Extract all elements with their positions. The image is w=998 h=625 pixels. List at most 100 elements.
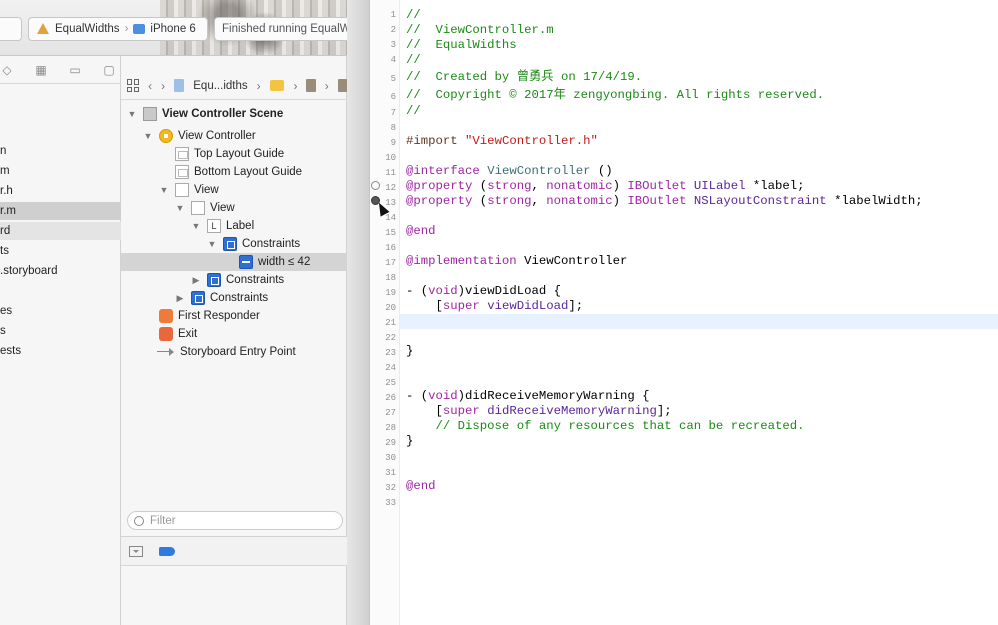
disclosure-triangle-icon[interactable]: ▼ xyxy=(127,109,137,119)
line-number: 19 xyxy=(385,288,396,298)
nav-item[interactable]: m xyxy=(0,162,121,180)
line-number: 15 xyxy=(385,228,396,238)
outline-row-constraints[interactable]: ▶ Constraints xyxy=(121,289,347,307)
jumpbar-separator: › xyxy=(256,78,261,93)
line-number: 31 xyxy=(385,468,396,478)
code-text: )viewDidLoad { xyxy=(457,284,561,298)
code-line: - (void)didReceiveMemoryWarning { xyxy=(406,389,998,404)
outline-row-width-constraint[interactable]: width ≤ 42 xyxy=(121,253,347,271)
nav-item[interactable]: s xyxy=(0,322,121,340)
keyword: @end xyxy=(406,224,436,238)
storyboard-file-icon[interactable] xyxy=(306,79,316,92)
nav-item[interactable]: r.h xyxy=(0,182,121,200)
nav-item[interactable]: ests xyxy=(0,342,121,360)
nav-item[interactable]: rd xyxy=(0,222,121,240)
outlet-connection-empty-icon[interactable] xyxy=(371,181,380,190)
code-line: - (void)viewDidLoad { xyxy=(406,284,998,299)
outline-row-first-responder[interactable]: First Responder xyxy=(121,307,347,325)
jumpbar-project[interactable]: Equ...idths xyxy=(193,80,247,92)
report-navigator-icon[interactable]: ▢ xyxy=(102,63,116,77)
layout-guide-icon xyxy=(175,147,189,161)
nav-item[interactable]: .storyboard xyxy=(0,262,121,280)
code-text: [ xyxy=(406,404,443,418)
outline-row-bottom-layout-guide[interactable]: Bottom Layout Guide xyxy=(121,163,347,181)
method-name: didReceiveMemoryWarning xyxy=(479,404,657,418)
disclosure-triangle-icon[interactable]: ▼ xyxy=(175,203,185,213)
comment: // EqualWidths xyxy=(406,38,517,52)
keyword: nonatomic xyxy=(546,179,613,193)
code-text: ) xyxy=(612,179,628,193)
code-text: - ( xyxy=(406,284,429,298)
storyboard-file-icon[interactable] xyxy=(337,79,347,92)
outline-row-label: Label xyxy=(226,220,255,232)
nav-item[interactable]: ts xyxy=(0,242,121,260)
stop-button[interactable] xyxy=(0,17,22,41)
issue-navigator-icon[interactable]: ▭ xyxy=(68,63,82,77)
line-number: 4 xyxy=(390,55,396,65)
window-toolbar: EqualWidths › iPhone 6 Finished running … xyxy=(0,0,370,56)
outline-row-label-item[interactable]: ▼ L Label xyxy=(121,217,347,235)
outline-row-view[interactable]: ▼ View xyxy=(121,181,347,199)
code-text: [ xyxy=(406,299,443,313)
disclosure-triangle-right-icon[interactable]: ▶ xyxy=(175,293,185,304)
disclosure-triangle-icon[interactable]: ▼ xyxy=(143,131,153,141)
code-text: ( xyxy=(472,194,488,208)
document-outline: ‹ › Equ...idths › › › ▼ View Controller … xyxy=(121,56,347,625)
line-number: 3 xyxy=(390,40,396,50)
code-editor[interactable]: 1 2 3 4 5 6 7 8 9 10 11 12 13 14 15 16 17 18 19 20 21 22 23 24 2… xyxy=(369,0,998,625)
comment: // Created by 曾勇兵 on 17/4/19. xyxy=(406,70,643,84)
line-number: 17 xyxy=(385,258,396,268)
outline-row-top-layout-guide[interactable]: Top Layout Guide xyxy=(121,145,347,163)
code-text: *labelWidth; xyxy=(826,194,923,208)
outline-filter-field[interactable]: Filter xyxy=(127,511,343,530)
symbol-navigator-icon[interactable]: ◇ xyxy=(0,63,14,77)
code-line: @property (strong, nonatomic) IBOutlet U… xyxy=(406,179,998,194)
nav-item[interactable]: es xyxy=(0,302,121,320)
outline-row-label: View xyxy=(194,184,219,196)
scene-icon xyxy=(143,107,157,121)
outline-row-view-controller[interactable]: ▼ View Controller xyxy=(121,127,347,145)
disclosure-triangle-icon[interactable]: ▼ xyxy=(159,185,169,195)
scheme-selector[interactable]: EqualWidths › iPhone 6 xyxy=(28,17,208,41)
keyword: IBOutlet xyxy=(627,179,687,193)
forward-arrow-icon[interactable]: › xyxy=(161,79,165,93)
tag-icon[interactable] xyxy=(159,546,175,556)
disclosure-triangle-icon[interactable]: ▼ xyxy=(207,239,217,249)
line-number: 21 xyxy=(385,318,396,328)
constraints-icon xyxy=(207,273,221,287)
related-items-icon[interactable] xyxy=(127,79,140,92)
code-line: // EqualWidths xyxy=(406,38,998,53)
code-text: ViewController xyxy=(516,254,628,268)
code-line: // xyxy=(406,8,998,23)
project-file-icon xyxy=(174,79,185,92)
outline-row-scene[interactable]: ▼ View Controller Scene xyxy=(121,105,347,123)
method-name: viewDidLoad xyxy=(479,299,569,313)
keyword: void xyxy=(428,389,458,403)
line-number: 32 xyxy=(385,483,396,493)
line-number: 5 xyxy=(390,74,396,84)
back-arrow-icon[interactable]: ‹ xyxy=(148,79,152,93)
outline-row-constraints[interactable]: ▶ Constraints xyxy=(121,271,347,289)
line-number: 26 xyxy=(385,393,396,403)
outline-row-label: Constraints xyxy=(226,274,285,286)
outline-row-subview[interactable]: ▼ View xyxy=(121,199,347,217)
dropdown-toggle-icon[interactable] xyxy=(129,545,143,557)
line-number: 29 xyxy=(385,438,396,448)
outline-row-constraints[interactable]: ▼ Constraints xyxy=(121,235,347,253)
nav-item-selected[interactable]: r.m xyxy=(0,202,121,220)
folder-icon[interactable] xyxy=(269,80,285,91)
string-literal: "ViewController.h" xyxy=(465,134,598,148)
outline-row-exit[interactable]: Exit xyxy=(121,325,347,343)
line-number: 22 xyxy=(385,333,396,343)
code-line: } xyxy=(406,434,998,449)
nav-item[interactable]: n xyxy=(0,142,121,160)
keyword: @implementation xyxy=(406,254,517,268)
current-line-highlight[interactable] xyxy=(400,314,998,329)
line-number: 23 xyxy=(385,348,396,358)
outline-row-entry-point[interactable]: Storyboard Entry Point xyxy=(121,343,347,361)
filter-placeholder: Filter xyxy=(150,514,176,527)
find-navigator-icon[interactable]: ▦ xyxy=(34,63,48,77)
keyword: strong xyxy=(487,194,532,208)
disclosure-triangle-icon[interactable]: ▼ xyxy=(191,221,201,231)
disclosure-triangle-right-icon[interactable]: ▶ xyxy=(191,275,201,286)
